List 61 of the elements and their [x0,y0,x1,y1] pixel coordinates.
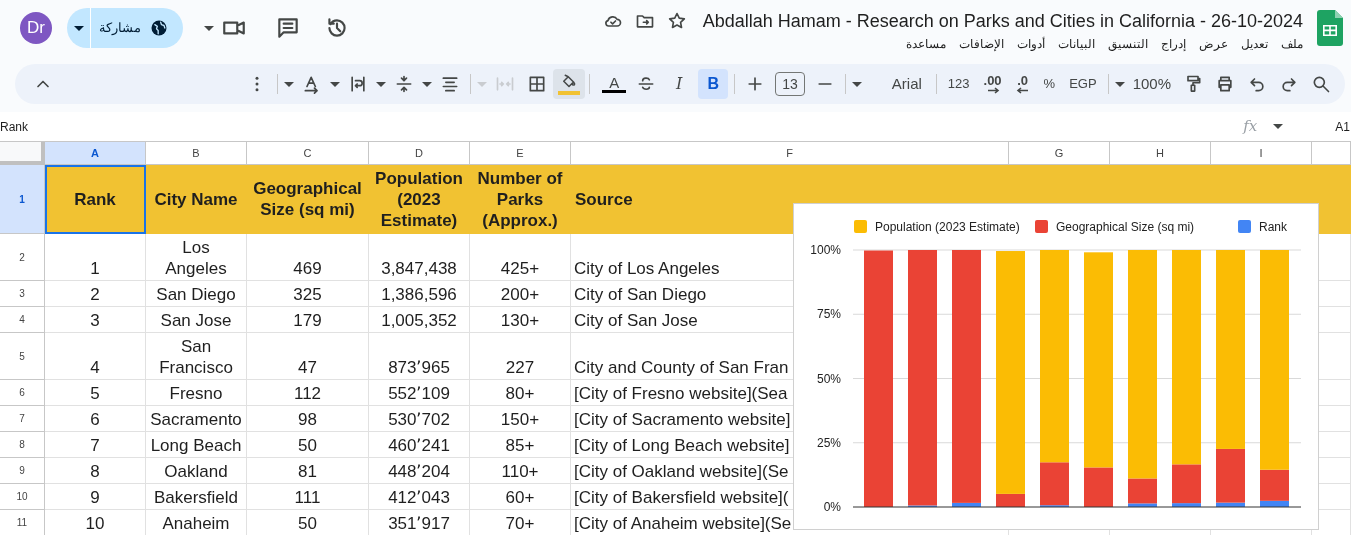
table-cell: 9 [45,484,146,510]
table-cell: 112 [247,380,369,406]
table-cell: 98 [247,406,369,432]
table-cell: 460٬241 [369,432,470,458]
table-cell: 3,847,438 [369,234,470,281]
table-cell: 47 [247,333,369,380]
column-title: Population (2023 Estimate) [369,165,470,234]
table-cell: 227 [470,333,571,380]
table-cell: San Francisco [146,333,247,380]
table-cell: 325 [247,281,369,307]
table-cell: 130+ [470,307,571,333]
table-cell: San Jose [146,307,247,333]
table-cell: 81 [247,458,369,484]
table-cell: 50 [247,432,369,458]
table-cell: 179 [247,307,369,333]
table-cell: 530٬702 [369,406,470,432]
table-cell: 60+ [470,484,571,510]
table-cell: 10 [45,510,146,535]
table-cell: Sacramento [146,406,247,432]
table-cell: 552٬109 [369,380,470,406]
table-cell: 1 [45,234,146,281]
table-cell: Los Angeles [146,234,247,281]
axis-label: 75% [816,307,841,322]
axis-label: 25% [816,435,841,450]
table-cell: 448٬204 [369,458,470,484]
column-title: City Name [146,165,247,234]
column-title: Rank [45,165,146,234]
table-cell: Oakland [146,458,247,484]
table-cell: Bakersfield [146,484,247,510]
table-cell: 80+ [470,380,571,406]
table-cell: 351٬917 [369,510,470,535]
fx-label: fx [1243,116,1258,138]
table-cell: 412٬043 [369,484,470,510]
table-cell: 1,005,352 [369,307,470,333]
legend-label: Rank [1259,220,1287,234]
table-cell: 873٬965 [369,333,470,380]
table-cell: 85+ [470,432,571,458]
table-cell: 50 [247,510,369,535]
column-title: Geographical Size (sq mi) [247,165,369,234]
table-cell: San Diego [146,281,247,307]
table-cell: 5 [45,380,146,406]
legend-label: Geographical Size (sq mi) [1056,220,1195,234]
table-cell: 425+ [470,234,571,281]
table-cell: 4 [45,333,146,380]
table-cell: 2 [45,281,146,307]
table-cell: 70+ [470,510,571,535]
column-title: Number of Parks (Approx.) [470,165,571,234]
table-cell: Anaheim [146,510,247,535]
table-cell: Long Beach [146,432,247,458]
table-cell: 469 [247,234,369,281]
table-cell: 111 [247,484,369,510]
table-cell: 8 [45,458,146,484]
table-cell: 7 [45,432,146,458]
table-cell: Fresno [146,380,247,406]
axis-label: 100% [810,243,841,257]
table-cell: 6 [45,406,146,432]
table-cell: 150+ [470,406,571,432]
table-cell: 200+ [470,281,571,307]
table-cell: 3 [45,307,146,333]
table-cell: 1,386,596 [369,281,470,307]
table-cell: 110+ [470,458,571,484]
